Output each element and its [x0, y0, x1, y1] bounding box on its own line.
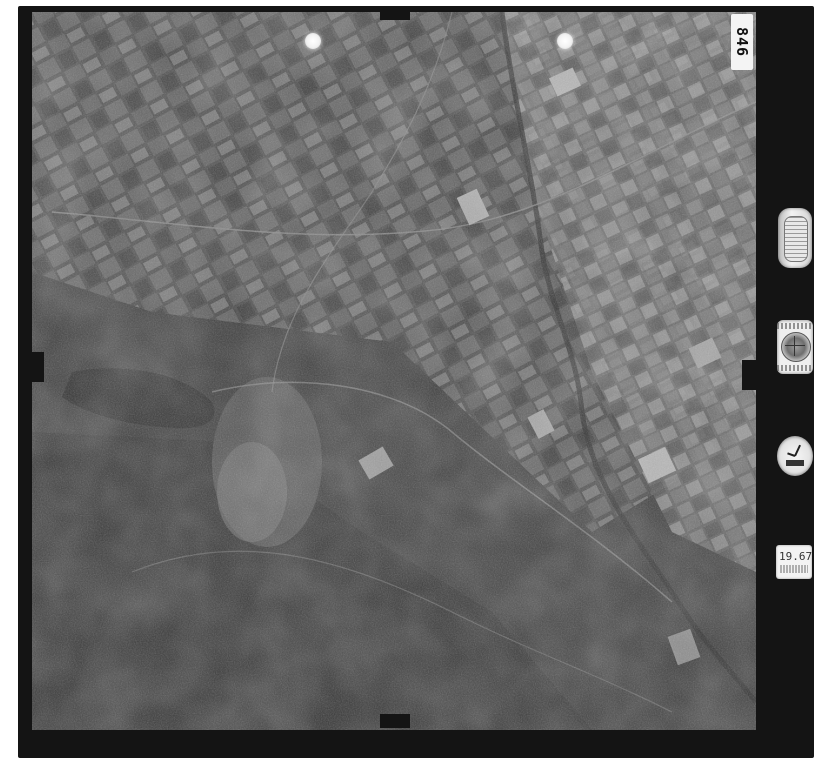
altimeter-icon — [778, 208, 812, 268]
frame-number-label: 846 — [731, 14, 753, 70]
frame-number-text: 846 — [733, 26, 751, 58]
frame-notch-right — [742, 360, 756, 390]
level-bubble-icon — [777, 320, 813, 374]
date-label-smallprint — [780, 565, 808, 573]
level-bottom-markings — [777, 365, 813, 371]
date-label: 19.67 — [776, 545, 812, 579]
level-top-markings — [777, 323, 813, 329]
frame-notch-left — [30, 352, 44, 382]
level-crosshair-horizontal — [785, 345, 805, 346]
level-crosshair-vertical — [794, 336, 795, 356]
altimeter-scale — [784, 216, 808, 262]
frame-notch-top — [380, 10, 410, 20]
aerial-photograph — [32, 12, 756, 730]
level-bubble — [781, 332, 811, 362]
aerial-terrain — [32, 12, 756, 730]
clock-counter — [786, 460, 804, 466]
frame-notch-bottom — [380, 714, 410, 728]
clock-icon — [777, 436, 813, 476]
fiducial-mark-left — [305, 33, 321, 49]
fiducial-mark-right — [557, 33, 573, 49]
date-label-text: 19.67 — [779, 550, 813, 563]
